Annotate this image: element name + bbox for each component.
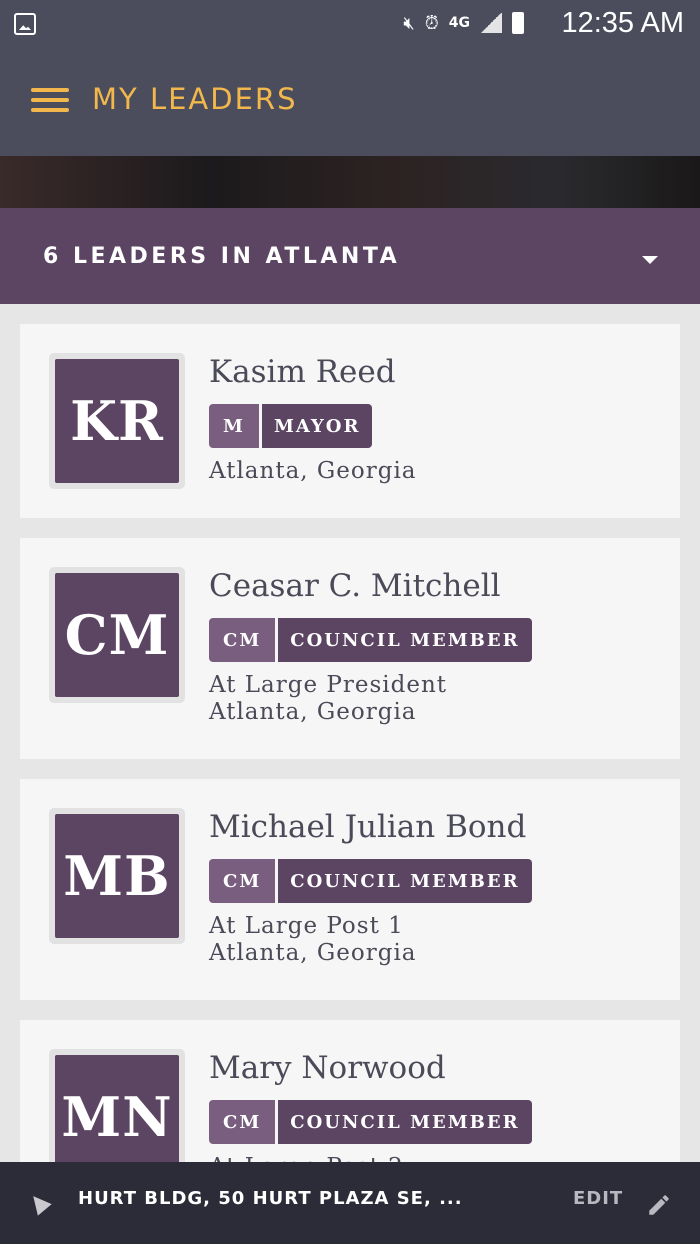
leader-detail-line: Atlanta, Georgia [209, 940, 417, 966]
leader-name: Mary Norwood [209, 1050, 446, 1086]
role-abbreviation: CM [209, 1100, 279, 1144]
signal-icon [480, 13, 502, 33]
battery-icon [512, 12, 524, 34]
leader-card[interactable]: CM Ceasar C. Mitchell CM COUNCIL MEMBER … [20, 538, 680, 759]
header-banner-image [0, 156, 700, 208]
edit-button[interactable]: EDIT [573, 1188, 623, 1209]
leader-detail-line: Atlanta, Georgia [209, 699, 417, 725]
avatar: MB [49, 808, 185, 944]
location-selector[interactable]: 6 LEADERS IN ATLANTA [0, 208, 700, 304]
role-badge: CM COUNCIL MEMBER [209, 1100, 532, 1144]
app-bar: MY LEADERS [0, 50, 700, 156]
role-badge: CM COUNCIL MEMBER [209, 618, 532, 662]
role-abbreviation: CM [209, 859, 279, 903]
role-badge: CM COUNCIL MEMBER [209, 859, 532, 903]
role-title: MAYOR [261, 404, 373, 448]
role-badge: M MAYOR [209, 404, 373, 448]
leader-detail-line: At Large Post 1 [209, 913, 404, 939]
leader-name: Ceasar C. Mitchell [209, 568, 501, 604]
network-indicator: 4G [448, 15, 470, 31]
status-time: 12:35 AM [561, 7, 684, 39]
navigation-arrow-icon [26, 1190, 52, 1216]
leader-detail-line: Atlanta, Georgia [209, 458, 417, 484]
leader-name: Kasim Reed [209, 354, 396, 390]
avatar-initials: KR [55, 359, 179, 483]
alarm-icon: ⏰︎ [424, 12, 439, 34]
leader-location: Atlanta, Georgia [209, 458, 417, 485]
leader-details: At Large Post 1 Atlanta, Georgia [209, 913, 417, 967]
location-label: 6 LEADERS IN ATLANTA [43, 244, 401, 269]
status-icons: 🔇︎ ⏰︎ 4G [403, 12, 524, 34]
address-bar: HURT BLDG, 50 HURT PLAZA SE, ... EDIT [0, 1162, 700, 1244]
avatar: KR [49, 353, 185, 489]
leader-details: At Large President Atlanta, Georgia [209, 672, 447, 726]
status-bar: 🔇︎ ⏰︎ 4G 12:35 AM [0, 0, 700, 50]
mute-icon: 🔇︎ [403, 12, 415, 34]
leader-card[interactable]: MB Michael Julian Bond CM COUNCIL MEMBER… [20, 779, 680, 1000]
role-abbreviation: CM [209, 618, 279, 662]
leader-name: Michael Julian Bond [209, 809, 527, 845]
avatar: CM [49, 567, 185, 703]
avatar-initials: MN [55, 1055, 179, 1179]
address-text: HURT BLDG, 50 HURT PLAZA SE, ... [78, 1188, 463, 1209]
role-title: COUNCIL MEMBER [278, 859, 532, 903]
dropdown-caret-icon[interactable] [642, 256, 658, 264]
avatar-initials: CM [55, 573, 179, 697]
page-title: MY LEADERS [92, 82, 298, 116]
role-title: COUNCIL MEMBER [278, 618, 532, 662]
image-icon [14, 13, 36, 35]
avatar-initials: MB [55, 814, 179, 938]
pencil-icon[interactable] [646, 1192, 672, 1218]
menu-icon[interactable] [31, 88, 69, 114]
role-title: COUNCIL MEMBER [278, 1100, 532, 1144]
leader-detail-line: At Large President [209, 672, 448, 698]
leader-card[interactable]: KR Kasim Reed M MAYOR Atlanta, Georgia [20, 324, 680, 518]
role-abbreviation: M [209, 404, 262, 448]
